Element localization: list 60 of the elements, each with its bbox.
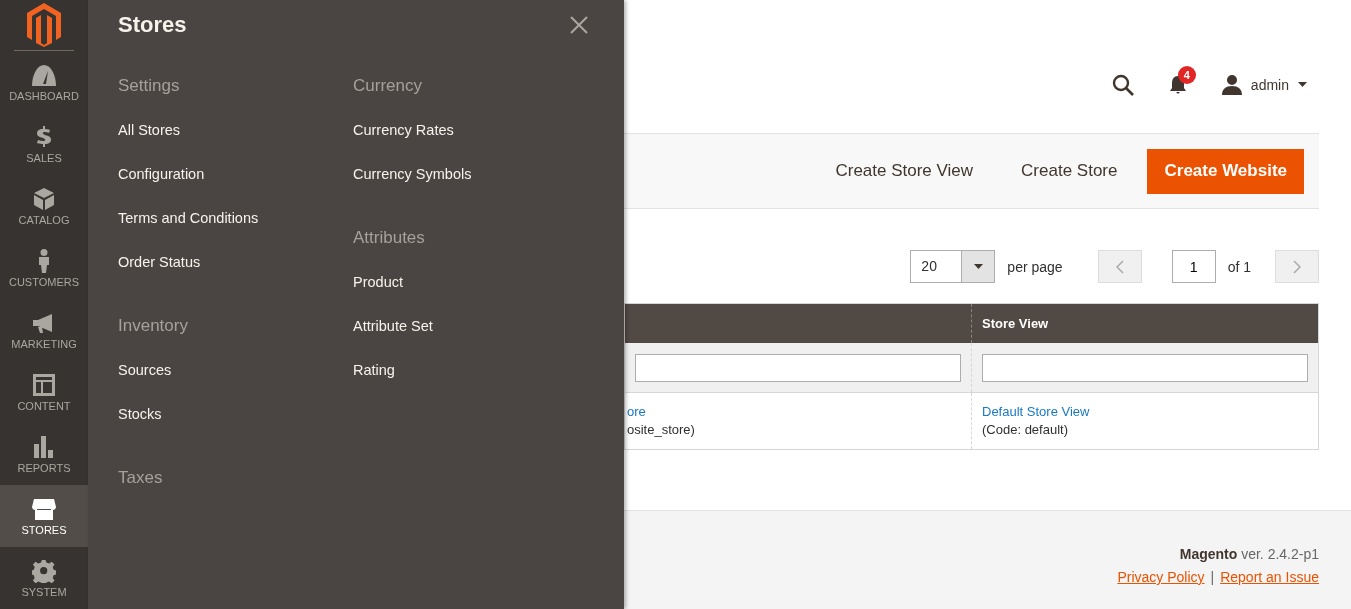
version-text: Magento ver. 2.4.2-p1 bbox=[1179, 546, 1319, 562]
store-link[interactable]: ore bbox=[627, 403, 961, 421]
caret-icon bbox=[973, 264, 983, 269]
nav-item[interactable]: MARKETING bbox=[0, 299, 88, 361]
chevron-right-icon bbox=[1293, 259, 1301, 274]
menu-link[interactable]: Attribute Set bbox=[353, 316, 588, 337]
settings-icon bbox=[32, 558, 56, 583]
menu-group-heading: Settings bbox=[118, 76, 181, 97]
nav-item[interactable]: CONTENT bbox=[0, 361, 88, 423]
link-separator: | bbox=[1210, 569, 1215, 585]
filter-field[interactable] bbox=[635, 353, 961, 382]
page-count: of 1 bbox=[1227, 258, 1251, 275]
close-icon[interactable] bbox=[570, 16, 588, 34]
menu-group-heading: Inventory bbox=[118, 316, 189, 337]
chevron-left-icon bbox=[1115, 259, 1124, 274]
gauge-icon bbox=[32, 62, 56, 87]
user-menu[interactable]: admin bbox=[1221, 74, 1307, 95]
menu-link[interactable]: Rating bbox=[353, 360, 588, 381]
search-icon[interactable] bbox=[1111, 73, 1134, 96]
next-page-button[interactable] bbox=[1275, 250, 1319, 283]
notification-count: 4 bbox=[1177, 65, 1196, 84]
per-page-select[interactable]: 20 bbox=[910, 250, 996, 283]
caret-icon bbox=[1298, 82, 1307, 87]
shop-icon bbox=[32, 496, 56, 521]
menu-link[interactable]: All Stores bbox=[118, 120, 353, 141]
layout-icon bbox=[32, 372, 56, 397]
logo-icon bbox=[27, 3, 61, 47]
store-link[interactable]: Default Store View bbox=[982, 403, 1308, 421]
nav-item[interactable]: STORES bbox=[0, 485, 88, 547]
per-page-label: per page bbox=[1007, 258, 1063, 275]
menu-link[interactable]: Stocks bbox=[118, 404, 353, 425]
menu-group-heading: Attributes bbox=[353, 228, 426, 249]
store-code: (Code: default) bbox=[982, 421, 1069, 439]
user-icon bbox=[1221, 74, 1242, 95]
action-button[interactable]: Create Store View bbox=[811, 148, 998, 194]
menu-link[interactable]: Product bbox=[353, 272, 588, 293]
store-code: osite_store) bbox=[627, 421, 696, 439]
column-header: Store View bbox=[971, 303, 1319, 343]
nav-item[interactable]: REPORTS bbox=[0, 423, 88, 485]
primary-action-button[interactable]: Create Website bbox=[1147, 148, 1304, 194]
menu-link[interactable]: Currency Symbols bbox=[353, 164, 588, 185]
menu-link[interactable]: Configuration bbox=[118, 164, 353, 185]
bar-chart-icon bbox=[32, 434, 56, 459]
previous-page-button[interactable] bbox=[1097, 250, 1142, 283]
menu-link[interactable]: Currency Rates bbox=[353, 120, 588, 141]
menu-link[interactable]: Order Status bbox=[118, 252, 353, 273]
nav-item[interactable]: DASHBOARD bbox=[0, 51, 88, 113]
nav-item[interactable]: SYSTEM bbox=[0, 547, 88, 609]
menu-link[interactable]: Terms and Conditions bbox=[118, 208, 353, 229]
page-number-field[interactable]: 1 bbox=[1171, 250, 1216, 283]
filter-field[interactable] bbox=[982, 353, 1308, 382]
menu-title: Stores bbox=[118, 12, 187, 38]
nav-item[interactable]: SALES bbox=[0, 113, 88, 175]
box-icon bbox=[32, 186, 56, 211]
menu-link[interactable]: Sources bbox=[118, 360, 353, 381]
nav-item[interactable]: CUSTOMERS bbox=[0, 237, 88, 299]
menu-group-heading: Currency bbox=[353, 76, 423, 97]
nav-item[interactable]: CATALOG bbox=[0, 175, 88, 237]
menu-group-heading: Taxes bbox=[118, 468, 164, 489]
action-button[interactable]: Create Store bbox=[997, 148, 1142, 194]
